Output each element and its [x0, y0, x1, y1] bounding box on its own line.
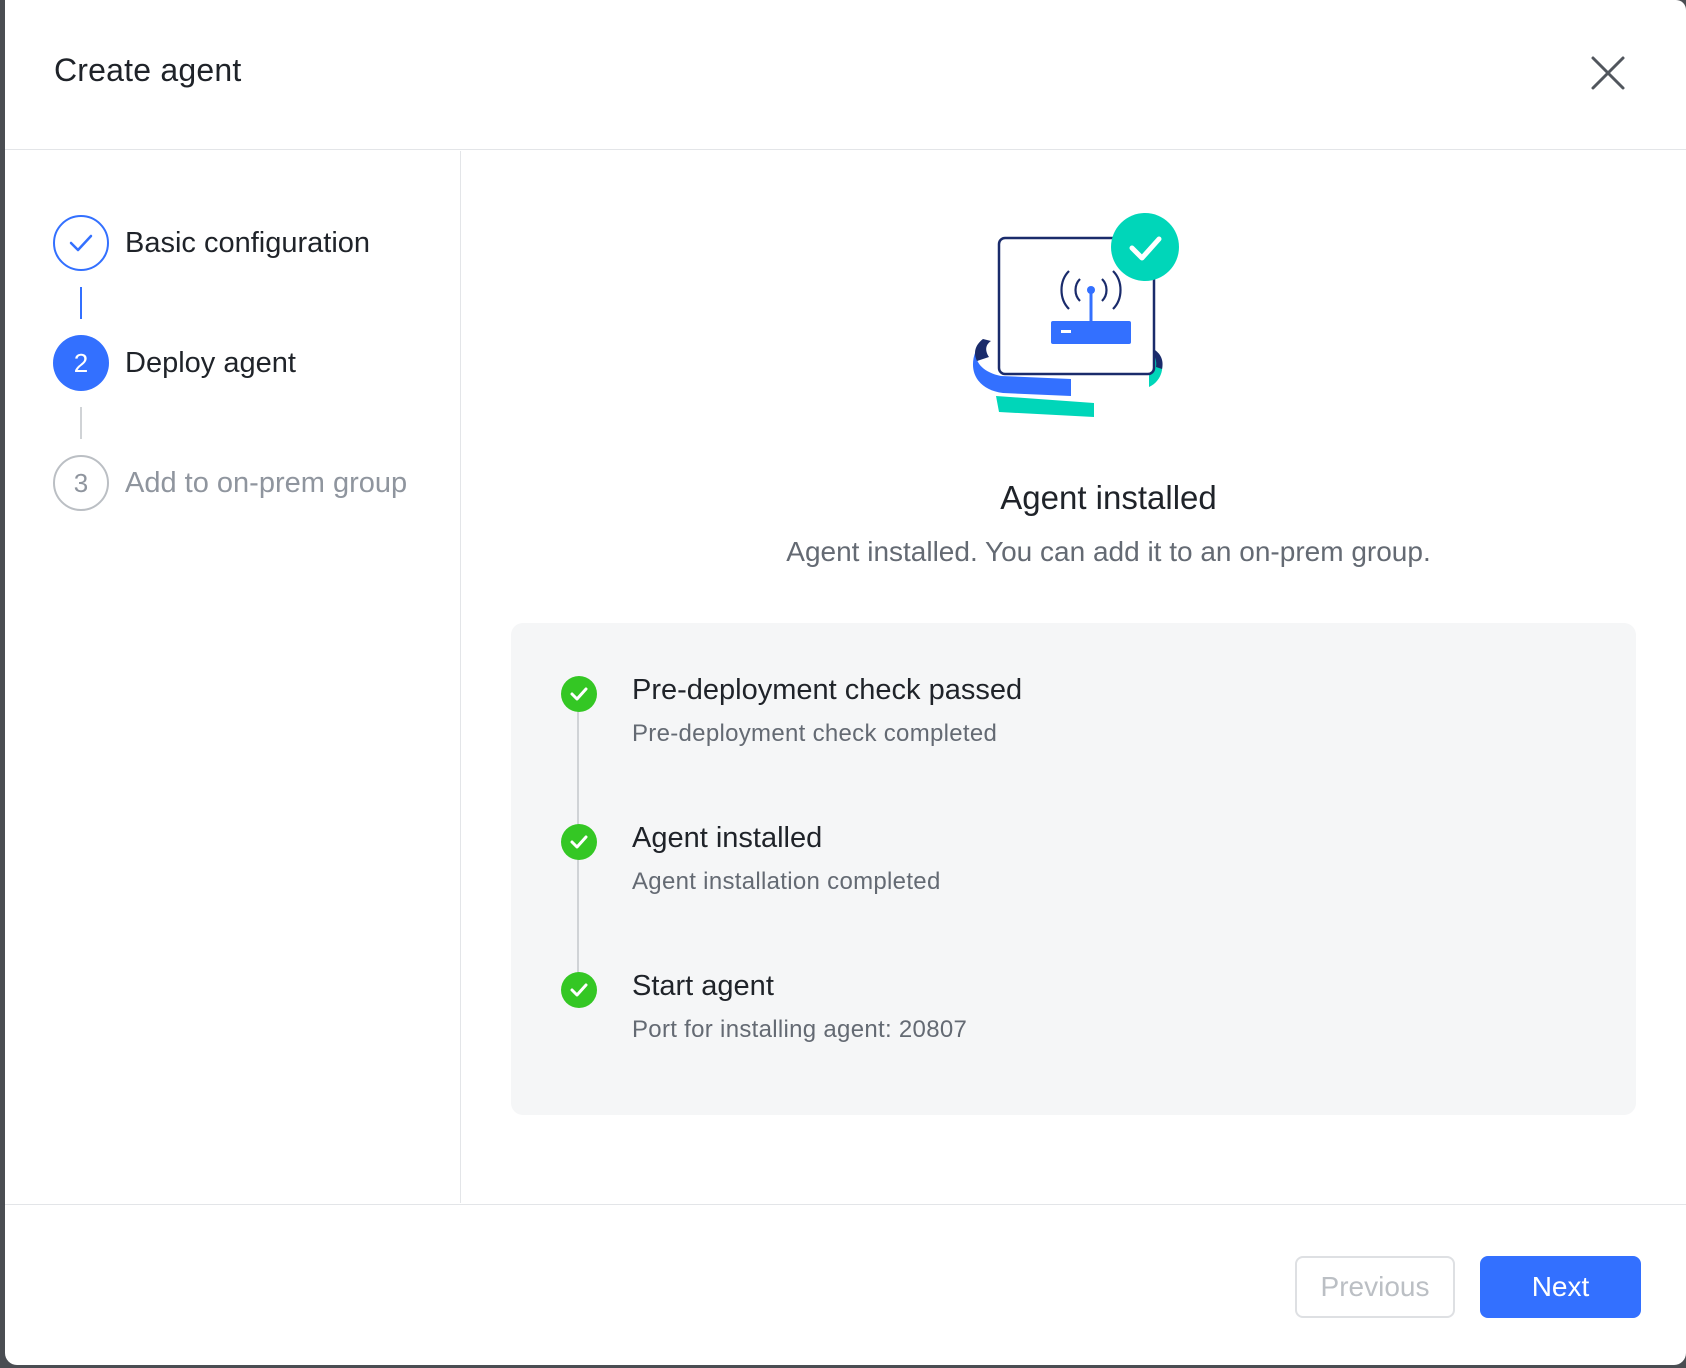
create-agent-dialog: Create agent Basic configuration 2 Deplo… — [5, 0, 1686, 1365]
step-1-label: Basic configuration — [125, 226, 371, 259]
router-icon — [972, 213, 1179, 417]
step-add-to-group[interactable]: 3 Add to on-prem group — [53, 455, 407, 511]
success-check-icon — [561, 676, 597, 712]
success-check-icon — [561, 972, 597, 1008]
check-icon — [69, 234, 93, 252]
close-button[interactable] — [1585, 50, 1631, 96]
deployment-progress-panel: Pre-deployment check passed Pre-deployme… — [511, 623, 1636, 1115]
result-description: Agent installed. You can add it to an on… — [786, 536, 1431, 567]
steps-sidebar: Basic configuration 2 Deploy agent 3 Add… — [5, 151, 461, 1203]
timeline-item-subtitle: Pre-deployment check completed — [632, 720, 998, 747]
step-connector — [80, 407, 82, 439]
timeline-item-title: Pre-deployment check passed — [632, 674, 1023, 706]
result-title: Agent installed — [1000, 479, 1217, 516]
main-content: Agent installed Agent installed. You can… — [461, 151, 1686, 1203]
step-2-indicator: 2 — [53, 335, 109, 391]
step-2-label: Deploy agent — [125, 346, 296, 379]
step-basic-configuration[interactable]: Basic configuration — [53, 215, 370, 271]
close-icon — [1591, 56, 1625, 90]
dialog-footer: Previous Next — [5, 1204, 1686, 1365]
step-deploy-agent[interactable]: 2 Deploy agent — [53, 335, 296, 391]
step-3-indicator: 3 — [53, 455, 109, 511]
timeline-item-title: Start agent — [632, 970, 774, 1002]
dialog-header: Create agent — [5, 0, 1686, 150]
step-3-label: Add to on-prem group — [125, 466, 408, 499]
timeline-item-subtitle: Agent installation completed — [632, 868, 941, 895]
timeline-item-title: Agent installed — [632, 822, 823, 854]
dialog-title: Create agent — [54, 52, 242, 88]
step-1-indicator — [53, 215, 109, 271]
timeline-item-subtitle: Port for installing agent: 20807 — [632, 1016, 968, 1043]
previous-button[interactable]: Previous — [1295, 1256, 1455, 1318]
agent-installed-illustration — [961, 211, 1181, 436]
next-button[interactable]: Next — [1480, 1256, 1641, 1318]
success-check-icon — [561, 824, 597, 860]
step-connector — [80, 287, 82, 319]
